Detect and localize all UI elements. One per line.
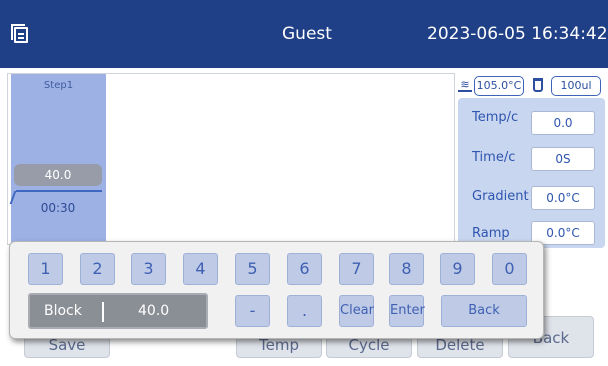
step-temperature[interactable]: 40.0	[14, 164, 102, 186]
clear-key[interactable]: Clear	[339, 295, 374, 327]
document-list-icon[interactable]	[11, 24, 28, 43]
step-time[interactable]: 00:30	[14, 201, 102, 215]
param-value-temp-per-cycle[interactable]: 0.0	[531, 111, 595, 135]
user-name: Guest	[282, 24, 332, 44]
key-2[interactable]: 2	[80, 253, 115, 285]
display-cursor	[102, 302, 104, 322]
tube-volume-icon	[533, 78, 543, 92]
step-column[interactable]	[11, 74, 106, 244]
display-label: Block	[44, 303, 82, 319]
key-5[interactable]: 5	[235, 253, 270, 285]
keypad-back-key[interactable]: Back	[441, 295, 527, 327]
keypad-display: Block 40.0	[28, 293, 208, 329]
param-label-time-per-cycle: Time/c	[472, 150, 516, 165]
param-value-gradient[interactable]: 0.0°C	[531, 186, 595, 210]
param-label-ramp: Ramp	[472, 226, 510, 241]
key-1[interactable]: 1	[28, 253, 63, 285]
temperature-hold-line	[16, 190, 102, 192]
key-4[interactable]: 4	[183, 253, 218, 285]
date-time: 2023-06-05 16:34:42	[427, 24, 608, 44]
volume-chip[interactable]: 100ul	[551, 76, 601, 96]
key-0[interactable]: 0	[492, 253, 527, 285]
key-9[interactable]: 9	[440, 253, 475, 285]
heated-lid-icon: ≋	[458, 78, 472, 92]
key-6[interactable]: 6	[287, 253, 322, 285]
param-label-gradient: Gradient	[472, 189, 529, 204]
display-value: 40.0	[138, 303, 170, 319]
top-bar: Guest 2023-06-05 16:34:42	[0, 0, 608, 68]
decimal-point-key[interactable]: .	[287, 295, 322, 327]
param-value-time-per-cycle[interactable]: 0S	[531, 147, 595, 171]
enter-key[interactable]: Enter	[389, 295, 425, 327]
key-3[interactable]: 3	[131, 253, 166, 285]
lid-temperature-chip[interactable]: 105.0°C	[474, 76, 524, 96]
step-label: Step1	[43, 80, 74, 91]
param-label-temp-per-cycle: Temp/c	[472, 110, 519, 125]
key-8[interactable]: 8	[389, 253, 424, 285]
key-7[interactable]: 7	[339, 253, 374, 285]
minus-key[interactable]: -	[235, 295, 270, 327]
